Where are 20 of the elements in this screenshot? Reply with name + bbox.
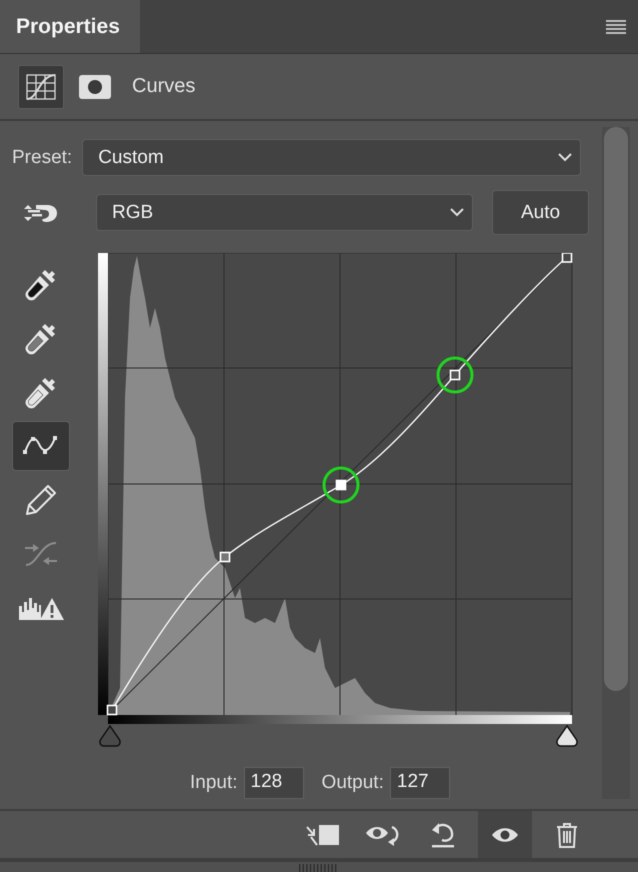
input-label: Input:	[190, 772, 238, 794]
shadow-slider-handle[interactable]	[99, 726, 121, 748]
panel-tab[interactable]: Properties	[0, 0, 140, 54]
scrollbar-thumb[interactable]	[604, 127, 628, 692]
highlight-slider-handle[interactable]	[556, 726, 578, 748]
output-field[interactable]: 127	[390, 767, 450, 800]
eye-icon[interactable]	[478, 811, 532, 858]
curves-icon[interactable]	[18, 64, 64, 109]
menu-icon[interactable]	[606, 20, 626, 34]
auto-button[interactable]: Auto	[492, 190, 589, 236]
curve-points-icon[interactable]	[12, 421, 70, 472]
channel-dropdown[interactable]: RGB	[96, 194, 473, 232]
preset-label: Preset:	[12, 146, 72, 169]
preset-dropdown[interactable]: Custom	[82, 139, 582, 176]
resize-grip-icon[interactable]	[299, 864, 339, 872]
output-label: Output:	[322, 772, 384, 794]
chevron-icon	[450, 208, 464, 218]
input-field[interactable]: 128	[244, 767, 304, 800]
adjustment-title: Curves	[132, 75, 196, 98]
chevron-icon	[558, 153, 572, 162]
